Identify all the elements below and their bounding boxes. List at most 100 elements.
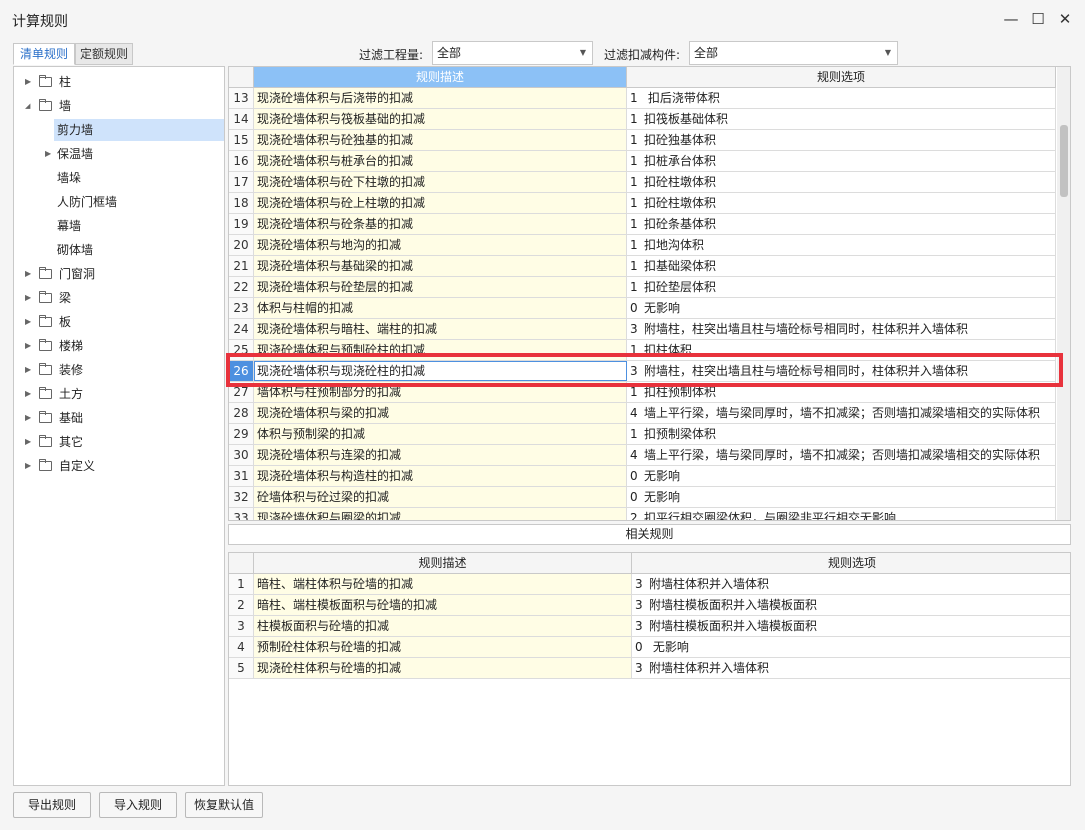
tree-item[interactable]: ▶ 楼梯 <box>14 335 224 357</box>
export-rules-button[interactable]: 导出规则 <box>13 792 91 818</box>
rule-description[interactable]: 现浇砼墙体积与圈梁的扣减 <box>254 508 627 520</box>
rule-description[interactable]: 现浇砼墙体积与暗柱、端柱的扣减 <box>254 319 627 339</box>
rule-option[interactable]: 1 扣基础梁体积 <box>627 256 1056 276</box>
rule-description[interactable]: 现浇砼墙体积与砼上柱墩的扣减 <box>254 193 627 213</box>
tree-item[interactable]: ▶ 保温墙 <box>14 143 224 165</box>
rule-option[interactable]: 3 附墙柱体积并入墙体积 <box>632 574 1070 594</box>
rule-option[interactable]: 1 扣后浇带体积 <box>627 88 1056 108</box>
rule-description[interactable]: 现浇砼墙体积与预制砼柱的扣减 <box>254 340 627 360</box>
close-icon[interactable]: ✕ <box>1055 9 1075 29</box>
chevron-right-icon[interactable]: ▶ <box>25 359 31 381</box>
rule-description[interactable]: 暗柱、端柱模板面积与砼墙的扣减 <box>254 595 632 615</box>
chevron-right-icon[interactable]: ▶ <box>25 311 31 333</box>
rule-description[interactable]: 现浇砼墙体积与砼条基的扣减 <box>254 214 627 234</box>
rule-option[interactable]: 1 扣筏板基础体积 <box>627 109 1056 129</box>
tree-item[interactable]: ▶ 其它 <box>14 431 224 453</box>
tree-item[interactable]: 人防门框墙 <box>14 191 224 213</box>
rule-option[interactable]: 1 扣砼柱墩体积 <box>627 172 1056 192</box>
chevron-right-icon[interactable]: ▶ <box>25 287 31 309</box>
table-row[interactable]: 13 现浇砼墙体积与后浇带的扣减 1 扣后浇带体积 <box>229 88 1056 109</box>
tree-item[interactable]: ▶ 基础 <box>14 407 224 429</box>
rule-description[interactable]: 柱模板面积与砼墙的扣减 <box>254 616 632 636</box>
tree-item[interactable]: 墙垛 <box>14 167 224 189</box>
table-row[interactable]: 18 现浇砼墙体积与砼上柱墩的扣减 1 扣砼柱墩体积 <box>229 193 1056 214</box>
table-row[interactable]: 19 现浇砼墙体积与砼条基的扣减 1 扣砼条基体积 <box>229 214 1056 235</box>
table-row[interactable]: 23 体积与柱帽的扣减 0 无影响 <box>229 298 1056 319</box>
rule-option[interactable]: 0 无影响 <box>627 487 1056 507</box>
column-header-desc[interactable]: 规则描述 <box>254 67 627 87</box>
rules-scroll-thumb[interactable] <box>1060 125 1068 197</box>
rule-option[interactable]: 0 无影响 <box>627 466 1056 486</box>
rule-description[interactable]: 现浇砼墙体积与连梁的扣减 <box>254 445 627 465</box>
rule-description[interactable]: 砼墙体积与砼过梁的扣减 <box>254 487 627 507</box>
rule-option[interactable]: 1 扣预制梁体积 <box>627 424 1056 444</box>
chevron-down-icon[interactable]: ◢ <box>25 95 30 117</box>
chevron-right-icon[interactable]: ▶ <box>45 143 51 165</box>
table-row[interactable]: 4 预制砼柱体积与砼墙的扣减 0 无影响 <box>229 637 1070 658</box>
tree-item[interactable]: ▶ 门窗洞 <box>14 263 224 285</box>
rule-description[interactable]: 现浇砼墙体积与桩承台的扣减 <box>254 151 627 171</box>
rule-description[interactable]: 墙体积与柱预制部分的扣减 <box>254 382 627 402</box>
table-row[interactable]: 21 现浇砼墙体积与基础梁的扣减 1 扣基础梁体积 <box>229 256 1056 277</box>
table-row[interactable]: 28 现浇砼墙体积与梁的扣减 4 墙上平行梁，墙与梁同厚时，墙不扣减梁；否则墙扣减梁墙… <box>229 403 1056 424</box>
rule-description[interactable]: 现浇砼墙体积与后浇带的扣减 <box>254 88 627 108</box>
rule-description[interactable]: 体积与预制梁的扣减 <box>254 424 627 444</box>
tree-item[interactable]: 幕墙 <box>14 215 224 237</box>
rule-option[interactable]: 1 扣柱预制体积 <box>627 382 1056 402</box>
rule-option[interactable]: 1 扣砼条基体积 <box>627 214 1056 234</box>
chevron-right-icon[interactable]: ▶ <box>25 383 31 405</box>
table-row[interactable]: 27 墙体积与柱预制部分的扣减 1 扣柱预制体积 <box>229 382 1056 403</box>
tree-item[interactable]: ▶ 板 <box>14 311 224 333</box>
rule-description[interactable]: 现浇砼墙体积与构造柱的扣减 <box>254 466 627 486</box>
table-row[interactable]: 14 现浇砼墙体积与筏板基础的扣减 1 扣筏板基础体积 <box>229 109 1056 130</box>
table-row[interactable]: 20 现浇砼墙体积与地沟的扣减 1 扣地沟体积 <box>229 235 1056 256</box>
rule-description[interactable]: 现浇砼墙体积与地沟的扣减 <box>254 235 627 255</box>
rule-option[interactable]: 1 扣桩承台体积 <box>627 151 1056 171</box>
filter-quantity-select[interactable]: 全部 ▼ <box>432 41 593 65</box>
import-rules-button[interactable]: 导入规则 <box>99 792 177 818</box>
tab-bill-rules[interactable]: 清单规则 <box>13 43 75 65</box>
rule-description[interactable]: 暗柱、端柱体积与砼墙的扣减 <box>254 574 632 594</box>
table-row[interactable]: 26 现浇砼墙体积与现浇砼柱的扣减 3 附墙柱，柱突出墙且柱与墙砼标号相同时，柱体积并… <box>229 361 1056 382</box>
tree-item[interactable]: ◢ 墙 <box>14 95 224 117</box>
maximize-icon[interactable]: ☐ <box>1028 9 1048 29</box>
column-header-desc[interactable]: 规则描述 <box>254 553 632 573</box>
rule-option[interactable]: 1 扣砼垫层体积 <box>627 277 1056 297</box>
rule-description[interactable]: 现浇砼柱体积与砼墙的扣减 <box>254 658 632 678</box>
rule-option[interactable]: 3 附墙柱模板面积并入墙模板面积 <box>632 616 1070 636</box>
chevron-right-icon[interactable]: ▶ <box>25 335 31 357</box>
rule-description[interactable]: 现浇砼墙体积与现浇砼柱的扣减 <box>254 361 627 381</box>
rule-option[interactable]: 3 附墙柱体积并入墙体积 <box>632 658 1070 678</box>
table-row[interactable]: 17 现浇砼墙体积与砼下柱墩的扣减 1 扣砼柱墩体积 <box>229 172 1056 193</box>
table-row[interactable]: 15 现浇砼墙体积与砼独基的扣减 1 扣砼独基体积 <box>229 130 1056 151</box>
table-row[interactable]: 2 暗柱、端柱模板面积与砼墙的扣减 3 附墙柱模板面积并入墙模板面积 <box>229 595 1070 616</box>
table-row[interactable]: 32 砼墙体积与砼过梁的扣减 0 无影响 <box>229 487 1056 508</box>
rules-scrollbar[interactable] <box>1057 67 1070 520</box>
rule-option[interactable]: 3 附墙柱，柱突出墙且柱与墙砼标号相同时，柱体积并入墙体积 <box>627 319 1056 339</box>
table-row[interactable]: 33 现浇砼墙体积与圈梁的扣减 2 扣平行相交圈梁体积，与圈梁非平行相交无影响 <box>229 508 1056 520</box>
table-row[interactable]: 22 现浇砼墙体积与砼垫层的扣减 1 扣砼垫层体积 <box>229 277 1056 298</box>
tab-quota-rules[interactable]: 定额规则 <box>75 43 133 65</box>
table-row[interactable]: 25 现浇砼墙体积与预制砼柱的扣减 1 扣柱体积 <box>229 340 1056 361</box>
table-row[interactable]: 3 柱模板面积与砼墙的扣减 3 附墙柱模板面积并入墙模板面积 <box>229 616 1070 637</box>
rule-description[interactable]: 现浇砼墙体积与梁的扣减 <box>254 403 627 423</box>
rule-description[interactable]: 现浇砼墙体积与基础梁的扣减 <box>254 256 627 276</box>
column-header-option[interactable]: 规则选项 <box>627 67 1056 87</box>
rule-description[interactable]: 现浇砼墙体积与筏板基础的扣减 <box>254 109 627 129</box>
minimize-icon[interactable]: — <box>1001 9 1021 29</box>
tree-item[interactable]: ▶ 自定义 <box>14 455 224 477</box>
chevron-right-icon[interactable]: ▶ <box>25 431 31 453</box>
rule-description[interactable]: 预制砼柱体积与砼墙的扣减 <box>254 637 632 657</box>
rule-option[interactable]: 1 扣地沟体积 <box>627 235 1056 255</box>
filter-deduct-select[interactable]: 全部 ▼ <box>689 41 898 65</box>
tree-item[interactable]: ▶ 装修 <box>14 359 224 381</box>
table-row[interactable]: 29 体积与预制梁的扣减 1 扣预制梁体积 <box>229 424 1056 445</box>
tree-item[interactable]: 砌体墙 <box>14 239 224 261</box>
rule-option[interactable]: 0 无影响 <box>632 637 1070 657</box>
rule-description[interactable]: 体积与柱帽的扣减 <box>254 298 627 318</box>
tree-item[interactable]: ▶ 土方 <box>14 383 224 405</box>
chevron-right-icon[interactable]: ▶ <box>25 71 31 93</box>
table-row[interactable]: 31 现浇砼墙体积与构造柱的扣减 0 无影响 <box>229 466 1056 487</box>
rule-description[interactable]: 现浇砼墙体积与砼独基的扣减 <box>254 130 627 150</box>
rule-option[interactable]: 4 墙上平行梁，墙与梁同厚时，墙不扣减梁；否则墙扣减梁墙相交的实际体积 <box>627 403 1056 423</box>
